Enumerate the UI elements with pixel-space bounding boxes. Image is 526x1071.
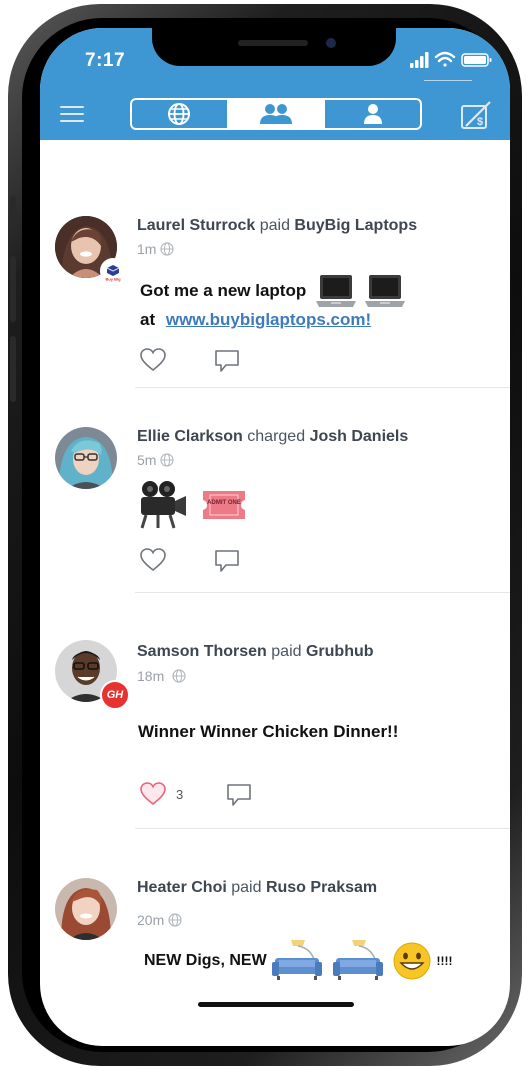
feed-tabs: [130, 98, 422, 130]
actor-name[interactable]: Heater Choi: [137, 879, 227, 896]
post-meta: 20m: [137, 912, 182, 928]
feed-post: Heater Choi paid Ruso Praksam 20m NEW Di…: [40, 830, 510, 1046]
post-time: 20m: [137, 912, 165, 928]
target-name[interactable]: Ruso Praksam: [266, 879, 377, 896]
app-screen: 7:17 $ Buy Big Laurel Sturrock paid BuyB…: [40, 28, 510, 1046]
actor-name[interactable]: Laurel Sturrock: [137, 217, 255, 234]
post-title: Ellie Clarkson charged Josh Daniels: [137, 428, 408, 446]
ticket-icon: ADMIT ONE: [202, 491, 245, 519]
laptop-icon: [364, 275, 405, 307]
transaction-verb: paid: [271, 643, 302, 660]
heart-icon[interactable]: [140, 347, 166, 373]
post-title: Samson Thorsen paid Grubhub: [137, 643, 374, 661]
status-time: 7:17: [85, 50, 126, 71]
message-suffix: !!!!: [436, 954, 453, 968]
heart-icon[interactable]: [140, 547, 166, 573]
person-icon: [363, 104, 382, 124]
comment-icon[interactable]: [226, 782, 252, 808]
target-name[interactable]: Josh Daniels: [310, 428, 409, 445]
signal-icon: [410, 52, 429, 68]
notch: [152, 28, 396, 66]
post-meta: 1m: [137, 241, 175, 257]
globe-icon: [168, 103, 191, 125]
status-divider: [424, 80, 472, 81]
merchant-link[interactable]: www.buybiglaptops.com!: [166, 310, 371, 329]
couch-lamp-icon: [332, 940, 383, 980]
post-actions: [140, 347, 280, 373]
like-count: 3: [176, 787, 184, 802]
actor-name[interactable]: Ellie Clarkson: [137, 428, 243, 445]
hamburger-menu-icon[interactable]: [60, 104, 84, 124]
comment-icon[interactable]: [214, 348, 240, 374]
avatar-photo: [55, 878, 117, 940]
activity-feed: Buy Big Laurel Sturrock paid BuyBig Lapt…: [40, 140, 510, 1046]
post-time: 5m: [137, 452, 157, 468]
post-actions: [140, 547, 280, 573]
post-meta: 18m: [137, 668, 186, 684]
laptop-icon: [315, 275, 356, 307]
grubhub-logo-icon: GH: [106, 689, 124, 701]
avatar[interactable]: [55, 878, 117, 940]
tab-public[interactable]: [132, 100, 227, 128]
public-globe-icon: [160, 453, 175, 467]
battery-icon: [461, 53, 492, 67]
post-meta: 5m: [137, 452, 175, 468]
status-icons: [410, 51, 492, 68]
couch-lamp-icon: [272, 940, 323, 980]
target-name[interactable]: Grubhub: [306, 643, 374, 660]
side-button-volume-down: [10, 336, 16, 402]
post-title: Laurel Sturrock paid BuyBig Laptops: [137, 217, 417, 235]
side-button-mute: [10, 196, 16, 230]
transaction-verb: charged: [247, 428, 306, 445]
side-button-volume-up: [10, 256, 16, 322]
post-time: 18m: [137, 668, 165, 684]
public-globe-icon: [168, 913, 182, 927]
message-line2-prefix: at: [140, 310, 156, 329]
wifi-icon: [434, 51, 456, 67]
speaker-grille: [238, 40, 308, 46]
target-name[interactable]: BuyBig Laptops: [294, 217, 417, 234]
transaction-verb: paid: [231, 879, 262, 896]
public-globe-icon: [160, 242, 175, 256]
movie-camera-icon: [140, 481, 186, 529]
feed-post: GH Samson Thorsen paid Grubhub 18m Winne…: [40, 594, 510, 830]
post-divider: [135, 592, 510, 593]
merchant-badge: GH: [100, 680, 130, 710]
svg-text:ADMIT ONE: ADMIT ONE: [207, 500, 241, 506]
post-time: 1m: [137, 241, 157, 257]
public-globe-icon: [172, 669, 186, 683]
post-message: NEW Digs, NEW !!!!: [144, 938, 452, 984]
front-camera: [326, 38, 336, 48]
buybig-logo-icon: Buy Big: [105, 265, 121, 282]
post-divider: [135, 828, 510, 829]
home-indicator[interactable]: [198, 1002, 354, 1007]
transaction-verb: paid: [259, 217, 290, 234]
comment-icon[interactable]: [214, 548, 240, 574]
tab-friends[interactable]: [226, 100, 324, 128]
feed-post: Buy Big Laurel Sturrock paid BuyBig Lapt…: [40, 140, 510, 388]
post-message: Got me a new laptop: [140, 270, 406, 312]
feed-post: Ellie Clarkson charged Josh Daniels 5m A…: [40, 388, 510, 594]
post-message: Winner Winner Chicken Dinner!!: [138, 722, 399, 741]
merchant-badge: Buy Big: [100, 258, 126, 284]
avatar-photo: [55, 427, 117, 489]
post-actions: 3: [140, 781, 280, 807]
message-line1: Got me a new laptop: [140, 281, 307, 300]
post-title: Heater Choi paid Ruso Praksam: [137, 879, 377, 897]
friends-icon: [260, 104, 292, 124]
message-prefix: NEW Digs, NEW: [144, 952, 267, 969]
heart-liked-icon[interactable]: [140, 781, 166, 807]
actor-name[interactable]: Samson Thorsen: [137, 643, 267, 660]
svg-text:Buy Big: Buy Big: [105, 277, 121, 282]
post-message: ADMIT ONE: [136, 480, 247, 530]
post-message-line2: at www.buybiglaptops.com!: [140, 310, 371, 330]
avatar[interactable]: [55, 427, 117, 489]
grinning-face-icon: [393, 942, 431, 980]
tab-personal[interactable]: [323, 100, 420, 128]
app-header: 7:17 $: [40, 28, 510, 140]
svg-text:$: $: [477, 116, 483, 128]
pay-request-icon[interactable]: $: [460, 100, 492, 130]
